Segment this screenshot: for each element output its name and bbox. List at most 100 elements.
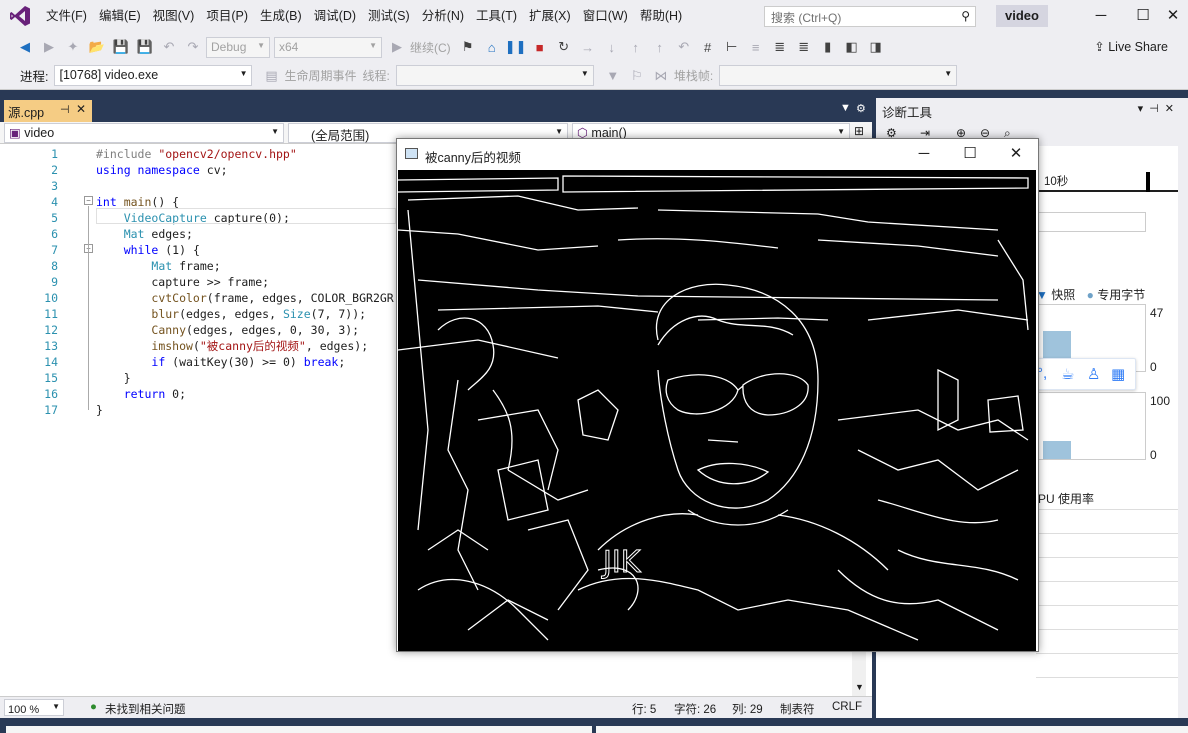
redo-icon[interactable]: ↷ bbox=[182, 36, 204, 58]
play-icon[interactable]: ▶ bbox=[386, 36, 408, 58]
forward-icon[interactable]: ▶ bbox=[38, 36, 60, 58]
menu-item-7[interactable]: 分析(N) bbox=[416, 0, 470, 32]
live-share-button[interactable]: ⇪ Live Share bbox=[1094, 39, 1168, 54]
threads-icon[interactable]: # bbox=[697, 36, 719, 58]
save-icon[interactable]: 💾 bbox=[110, 36, 132, 58]
menu-item-6[interactable]: 测试(S) bbox=[362, 0, 416, 32]
step-over-icon[interactable]: → bbox=[577, 36, 599, 58]
format-icon[interactable]: ≡ bbox=[745, 36, 767, 58]
timeline-ruler[interactable]: 10秒 bbox=[1038, 172, 1178, 192]
diag-row-5[interactable] bbox=[1036, 606, 1182, 630]
config-dropdown[interactable]: Debug ▼ bbox=[206, 36, 270, 58]
step-back-icon[interactable]: ↑ bbox=[649, 36, 671, 58]
menu-item-8[interactable]: 工具(T) bbox=[470, 0, 523, 32]
scroll-down-icon[interactable]: ▼ bbox=[855, 682, 864, 692]
bookmark-prev-icon[interactable]: ◧ bbox=[841, 36, 863, 58]
process-dropdown[interactable]: [10768] video.exe ▼ bbox=[54, 65, 253, 86]
tab-source-cpp[interactable]: 源.cpp ⊣ ✕ bbox=[4, 100, 92, 122]
char-indicator[interactable]: 字符: 26 bbox=[674, 701, 716, 717]
continue-button[interactable]: 继续(C) bbox=[410, 39, 451, 56]
callstack-panel-title[interactable] bbox=[596, 726, 1188, 733]
diag-row-3[interactable] bbox=[1036, 558, 1182, 582]
eol-indicator[interactable]: CRLF bbox=[832, 701, 862, 713]
menu-item-5[interactable]: 调试(D) bbox=[308, 0, 362, 32]
attach-icon[interactable]: ⚑ bbox=[457, 36, 479, 58]
diag-row-7[interactable] bbox=[1036, 654, 1182, 678]
platform-dropdown[interactable]: x64 ▼ bbox=[274, 36, 382, 58]
indent-indicator[interactable]: 制表符 bbox=[780, 701, 815, 717]
zoom-dropdown[interactable]: 100 % ▼ bbox=[4, 699, 64, 716]
col-indicator[interactable]: 列: 29 bbox=[732, 701, 763, 717]
menu-item-1[interactable]: 编辑(E) bbox=[93, 0, 147, 32]
menu-item-3[interactable]: 项目(P) bbox=[200, 0, 254, 32]
uncomment-icon[interactable]: ≣ bbox=[793, 36, 815, 58]
undo-icon[interactable]: ↶ bbox=[158, 36, 180, 58]
ime-grid-icon[interactable]: ▦ bbox=[1111, 365, 1125, 383]
menu-item-0[interactable]: 文件(F) bbox=[40, 0, 93, 32]
code-token: (frame, edges, COLOR_BGR2GR bbox=[206, 291, 394, 305]
split-icon[interactable]: ⊞ bbox=[854, 124, 864, 138]
expand-icon[interactable]: ⋈ bbox=[650, 65, 672, 87]
diag-scrollbar[interactable] bbox=[1178, 146, 1188, 718]
standard-toolbar: ◀ ▶ ✦ 📂 💾 💾 ↶ ↷ Debug ▼ x64 ▼ ▶ 继续(C) ⚑ ⌂ … bbox=[0, 32, 1188, 62]
menu-item-9[interactable]: 扩展(X) bbox=[523, 0, 577, 32]
thread-dropdown[interactable]: ▼ bbox=[395, 65, 594, 86]
pin-icon[interactable]: ⊣ bbox=[60, 103, 70, 116]
new-project-icon[interactable]: ✦ bbox=[62, 36, 84, 58]
outline-icon[interactable]: ⊢ bbox=[721, 36, 743, 58]
cv-close-button[interactable]: ✕ bbox=[993, 139, 1039, 169]
cpu-graph[interactable] bbox=[1038, 392, 1146, 460]
settings-gear-icon[interactable]: ⚙ bbox=[856, 102, 866, 115]
close-tab-icon[interactable]: ✕ bbox=[76, 102, 86, 116]
back-icon[interactable]: ◀ bbox=[14, 36, 36, 58]
cv-title-bar[interactable]: 被canny后的视频 ─ ☐ ✕ bbox=[397, 139, 1038, 169]
save-all-icon[interactable]: 💾 bbox=[134, 36, 156, 58]
pause-icon[interactable]: ❚❚ bbox=[505, 36, 527, 58]
diag-row-4[interactable] bbox=[1036, 582, 1182, 606]
issues-status[interactable]: 未找到相关问题 bbox=[105, 701, 186, 717]
autos-panel-title[interactable] bbox=[6, 726, 592, 733]
search-input[interactable]: 搜索 (Ctrl+Q) ⚲ bbox=[764, 6, 976, 27]
code-token: while bbox=[123, 243, 159, 257]
bookmark-icon[interactable]: ▮ bbox=[817, 36, 839, 58]
minimize-button[interactable]: ─ bbox=[1078, 0, 1124, 32]
bookmark-next-icon[interactable]: ◨ bbox=[865, 36, 887, 58]
diag-row-1[interactable] bbox=[1036, 510, 1182, 534]
timeline-cursor[interactable] bbox=[1146, 172, 1150, 192]
fold-toggle-main[interactable]: − bbox=[84, 196, 93, 205]
hot-reload-icon[interactable]: ↶ bbox=[673, 36, 695, 58]
menu-item-4[interactable]: 生成(B) bbox=[254, 0, 308, 32]
flag-icon[interactable]: ⚐ bbox=[626, 65, 648, 87]
step-out-icon[interactable]: ↑ bbox=[625, 36, 647, 58]
tab-list-icon[interactable]: ▼ bbox=[840, 102, 851, 114]
browser-icon[interactable]: ⌂ bbox=[481, 36, 503, 58]
diag-window-buttons[interactable]: ▾⊣✕ bbox=[1138, 102, 1180, 115]
line-number: 16 bbox=[44, 387, 58, 401]
menu-item-10[interactable]: 窗口(W) bbox=[577, 0, 634, 32]
line-indicator[interactable]: 行: 5 bbox=[632, 701, 656, 717]
comment-icon[interactable]: ≣ bbox=[769, 36, 791, 58]
stop-icon[interactable]: ■ bbox=[529, 36, 551, 58]
stackframe-dropdown[interactable]: ▼ bbox=[719, 65, 958, 86]
diag-row-6[interactable] bbox=[1036, 630, 1182, 654]
diag-row-2[interactable] bbox=[1036, 534, 1182, 558]
cpu-usage-row[interactable]: PU 使用率 bbox=[1036, 486, 1182, 510]
restart-icon[interactable]: ↻ bbox=[553, 36, 575, 58]
lifecycle-events-button[interactable]: 生命周期事件 bbox=[284, 67, 356, 84]
cv-minimize-button[interactable]: ─ bbox=[901, 139, 947, 169]
step-into-icon[interactable]: ↓ bbox=[601, 36, 623, 58]
menu-item-2[interactable]: 视图(V) bbox=[147, 0, 201, 32]
cv-maximize-button[interactable]: ☐ bbox=[947, 139, 993, 169]
visual-studio-logo-icon[interactable] bbox=[0, 0, 40, 32]
private-bytes-legend-label: 专用字节 bbox=[1097, 288, 1146, 302]
close-button[interactable]: ✕ bbox=[1150, 0, 1188, 32]
filter-icon[interactable]: ▼ bbox=[602, 65, 624, 87]
diag-title-bar: 诊断工具 ▾⊣✕ bbox=[876, 98, 1188, 122]
ime-skin-icon[interactable]: ☕ bbox=[1061, 365, 1074, 383]
menu-item-11[interactable]: 帮助(H) bbox=[634, 0, 688, 32]
cv-window-icon bbox=[405, 148, 418, 159]
open-file-icon[interactable]: 📂 bbox=[86, 36, 108, 58]
events-track[interactable] bbox=[1038, 212, 1146, 232]
project-dropdown[interactable]: ▣ video ▼ bbox=[4, 123, 284, 143]
ime-user-icon[interactable]: ♙ bbox=[1087, 365, 1100, 383]
